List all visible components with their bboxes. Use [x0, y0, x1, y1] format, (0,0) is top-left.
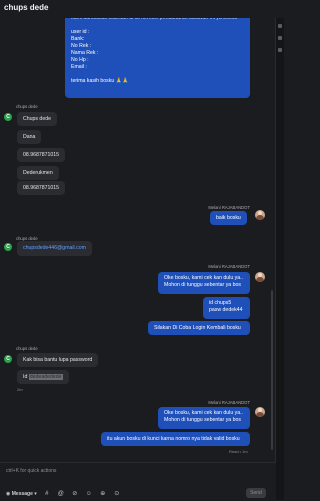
sender-name: Melani RAJABANDOT: [208, 264, 250, 269]
avatar[interactable]: C: [4, 113, 12, 121]
sender-name: chups dede: [16, 346, 38, 351]
highlighted-text: dedeadedede: [28, 374, 63, 380]
chat-bubble-icon: ◉: [6, 491, 11, 497]
contact-message-bubble: Kak bisa bantu lupa password: [17, 353, 99, 367]
message-text: No Rek :: [71, 43, 92, 49]
message-text: No Hp :: [71, 57, 89, 63]
page-title: chups dede: [4, 3, 49, 12]
sender-name: chups dede: [16, 104, 38, 109]
contact-message-bubble: Chups dede: [17, 112, 57, 126]
message-text: Mohon di tunggu sebentar ya bos: [164, 417, 242, 423]
rail-icon[interactable]: [278, 24, 282, 28]
right-rail: [275, 0, 284, 500]
message-text: id chups5: [209, 300, 232, 306]
message-text: pasw dedek44: [209, 307, 243, 313]
message-text: Oke bosku, kami cek kan dulu ya..: [164, 410, 244, 416]
message-text: Email :: [71, 64, 87, 70]
rail-icon[interactable]: [278, 36, 282, 40]
sender-name: Melani RAJABANDOT: [208, 205, 250, 210]
agent-message-bubble: baik bosku: [210, 211, 247, 225]
avatar[interactable]: C: [4, 355, 12, 363]
agent-message-bubble: kami dahulukan silahkan di isi formolir …: [65, 12, 250, 98]
contact-message-bubble: Id dedeadedede: [17, 370, 69, 384]
contact-message-bubble: 08.9687871015: [17, 181, 66, 195]
agent-message-bubble: Silakan Di Coba Login Kembali bosku: [148, 321, 250, 335]
chevron-down-icon: ▾: [34, 491, 37, 497]
send-button[interactable]: Send: [246, 488, 266, 498]
chat-header: chups dede: [0, 0, 284, 18]
agent-avatar[interactable]: [255, 407, 265, 417]
contact-message-bubble: Dana: [17, 130, 42, 144]
read-receipt: Read • 1m: [229, 449, 248, 454]
message-text: terima kasih bosku 🙏🙏: [71, 78, 129, 84]
agent-message-bubble: Oke bosku, kami cek kan dulu ya.. Mohon …: [158, 407, 250, 429]
message-text: Bank:: [71, 36, 85, 42]
message-text: user id :: [71, 29, 90, 35]
contact-message-bubble: 08.9687871015: [17, 148, 66, 162]
add-icon[interactable]: ⊕: [99, 489, 107, 499]
mention-icon[interactable]: @: [57, 489, 65, 499]
agent-avatar[interactable]: [255, 210, 265, 220]
message-thread: kami dahulukan silahkan di isi formolir …: [0, 0, 276, 460]
message-text: Id: [23, 374, 28, 380]
message-mode-select[interactable]: ◉ Message ▾: [6, 489, 37, 499]
scrollbar[interactable]: [271, 290, 273, 450]
agent-message-bubble: Oke bosku, kami cek kan dulu ya.. Mohon …: [158, 272, 250, 294]
email-link[interactable]: chupsdede446@gmail.com: [23, 245, 86, 251]
contact-message-bubble: Dederukmen: [17, 166, 59, 180]
contact-message-bubble: chupsdede446@gmail.com: [17, 241, 92, 256]
agent-message-bubble: id chups5 pasw dedek44: [203, 297, 250, 319]
composer: ctrl+K for quick actions ◉ Message ▾ # @…: [0, 462, 276, 501]
message-mode-label: Message: [11, 491, 33, 497]
message-input[interactable]: ctrl+K for quick actions: [6, 468, 56, 474]
sender-name: Melani RAJABANDOT: [208, 400, 250, 405]
message-text: Mohon di tunggu sebentar ya bos: [164, 282, 242, 288]
composer-toolbar: ◉ Message ▾ # @ ⊘ ☺ ⊕ ⊙: [6, 489, 121, 499]
attachment-icon[interactable]: ⊘: [71, 489, 79, 499]
agent-avatar[interactable]: [255, 272, 265, 282]
hashtag-icon[interactable]: #: [43, 489, 51, 499]
message-text: Nama Rek :: [71, 50, 99, 56]
message-text: Oke bosku, kami cek kan dulu ya..: [164, 275, 244, 281]
more-icon[interactable]: ⊙: [113, 489, 121, 499]
rail-icon[interactable]: [278, 48, 282, 52]
message-time: 2m: [17, 387, 23, 392]
avatar[interactable]: C: [4, 243, 12, 251]
emoji-icon[interactable]: ☺: [85, 489, 93, 499]
agent-message-bubble: itu akun bosku di kunci karna nomro nya …: [101, 432, 250, 446]
